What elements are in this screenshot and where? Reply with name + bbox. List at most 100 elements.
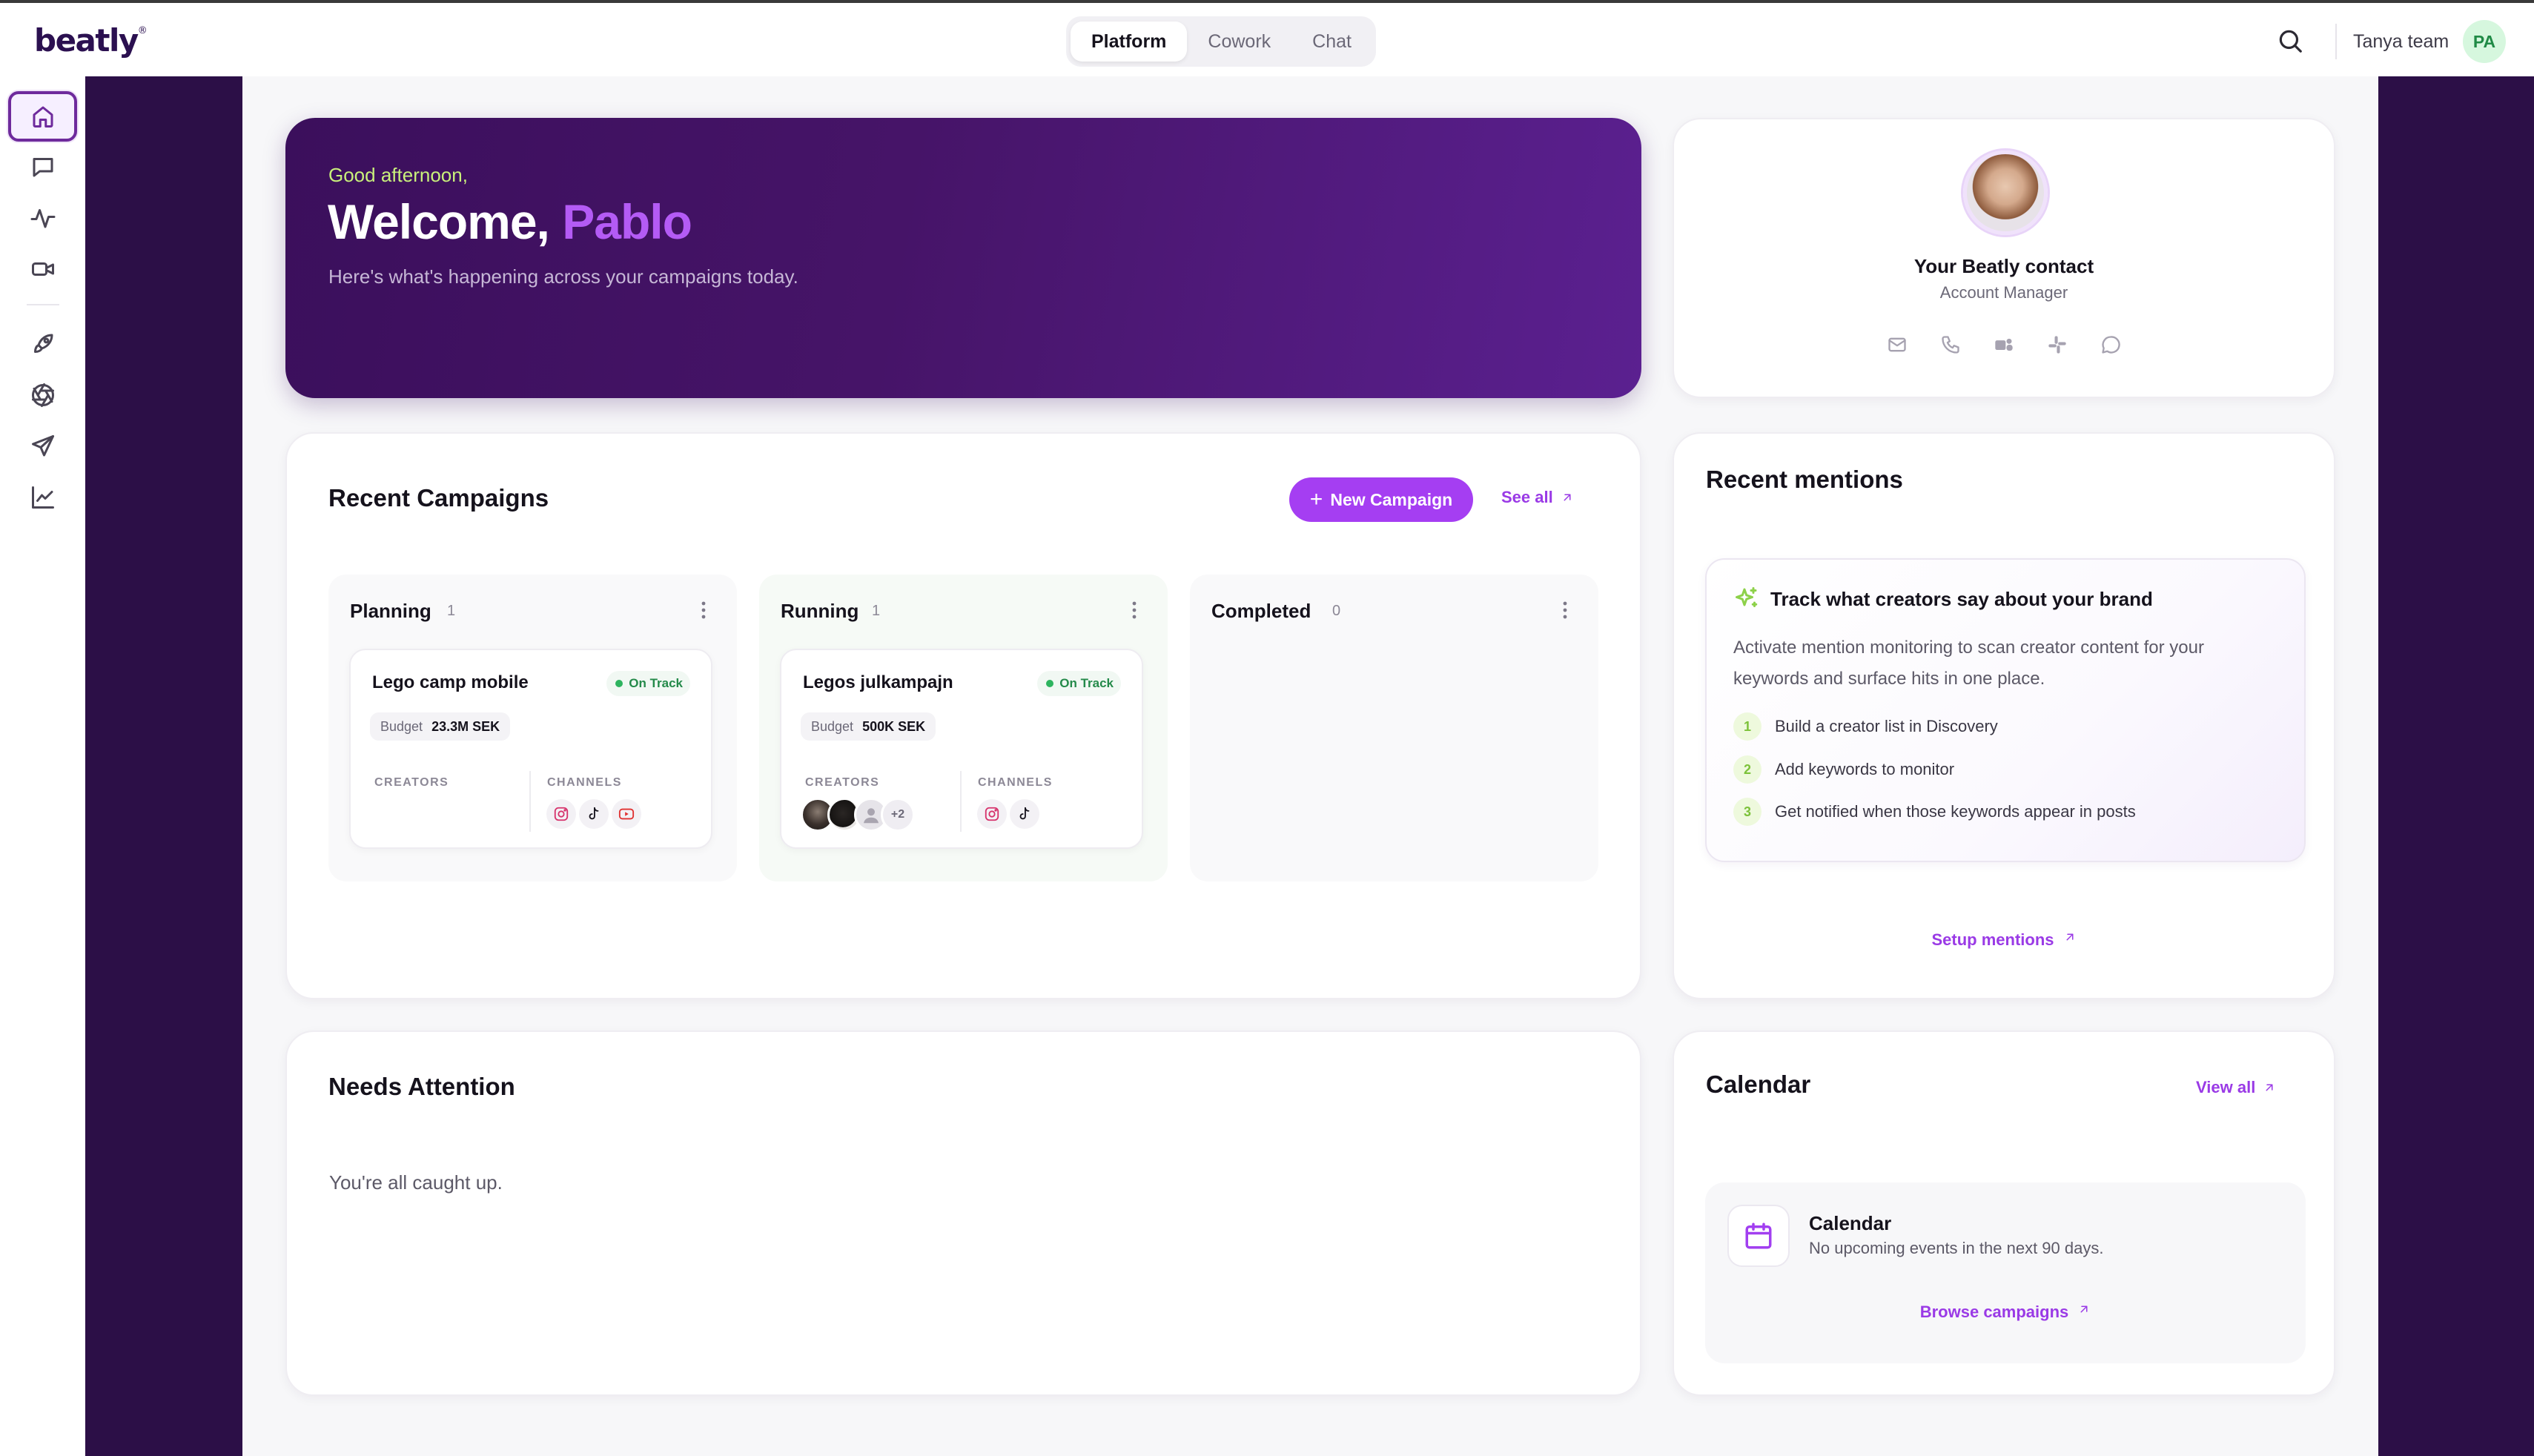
section-title: Needs Attention [328, 1073, 515, 1100]
setup-mentions-link[interactable]: Setup mentions [1674, 930, 2334, 950]
status-dot [1046, 680, 1054, 687]
tab-cowork[interactable]: Cowork [1187, 21, 1291, 62]
contact-title: Your Beatly contact [1913, 255, 2094, 277]
see-all-label: See all [1501, 488, 1553, 506]
setup-mentions-label: Setup mentions [1931, 930, 2054, 949]
creators-label: CREATORS [805, 776, 880, 789]
step-number: 1 [1733, 712, 1761, 741]
hero-welcome-text: Welcome, [328, 194, 550, 249]
calendar-box-title: Calendar [1809, 1212, 1892, 1234]
instagram-icon [546, 799, 576, 829]
creators-more-count: +2 [881, 798, 915, 832]
activity-icon [30, 209, 55, 228]
mentions-heading: Track what creators say about your brand [1770, 588, 2153, 610]
campaign-name: Lego camp mobile [372, 672, 529, 692]
view-all-link[interactable]: View all [2196, 1078, 2276, 1097]
user-icon [864, 808, 879, 824]
arrow-up-right-icon [2080, 1306, 2088, 1313]
column-planning: Planning 1 Lego camp mobile On Track Bud… [328, 575, 737, 881]
new-campaign-button[interactable]: + New Campaign [1289, 477, 1473, 522]
column-count: 0 [1332, 603, 1341, 619]
channels-label: CHANNELS [547, 776, 622, 789]
hero-title: Welcome, Pablo [328, 193, 692, 250]
column-title: Running [781, 600, 859, 622]
nav-discovery[interactable] [8, 370, 77, 420]
phone-icon[interactable] [1940, 334, 1961, 355]
nav-outreach[interactable] [8, 421, 77, 471]
section-title: Recent mentions [1706, 466, 1903, 493]
calendar-box-subtitle: No upcoming events in the next 90 days. [1809, 1239, 2104, 1257]
message-icon [33, 158, 53, 177]
search-icon[interactable] [2276, 27, 2304, 55]
more-vertical-icon[interactable] [700, 598, 707, 622]
more-vertical-icon[interactable] [1131, 598, 1138, 622]
nav-analytics[interactable] [8, 472, 77, 523]
status-label: On Track [629, 676, 683, 690]
budget-label: Budget [380, 718, 423, 734]
campaign-card[interactable]: Legos julkampajn On Track Budget 500K SEK… [780, 649, 1143, 849]
section-title: Recent Campaigns [328, 484, 549, 512]
budget-label: Budget [811, 718, 854, 734]
section-title: Calendar [1706, 1071, 1811, 1098]
hero-greeting: Good afternoon, [328, 164, 468, 186]
budget-value: 500K SEK [862, 718, 926, 734]
arrow-up-right-icon [1564, 494, 1571, 501]
teams-icon[interactable] [1994, 334, 2014, 355]
status-dot [615, 680, 623, 687]
top-bar: beatly® Platform Cowork Chat Tanya team … [0, 0, 2534, 76]
recent-mentions-card: Recent mentions Track what creators say … [1673, 432, 2335, 999]
creator-avatars: +2 [801, 798, 915, 832]
chat-bubble-icon[interactable] [2100, 334, 2121, 355]
tab-platform[interactable]: Platform [1071, 21, 1188, 62]
browse-campaigns-label: Browse campaigns [1919, 1303, 2069, 1321]
nav-activity[interactable] [8, 193, 77, 243]
calendar-card: Calendar View all Calendar No upcoming e… [1673, 1030, 2335, 1396]
beatly-logo[interactable]: beatly® [34, 22, 148, 59]
channels-label: CHANNELS [978, 776, 1053, 789]
onboarding-step: 3 Get notified when those keywords appea… [1733, 798, 2136, 826]
step-text: Build a creator list in Discovery [1775, 717, 1998, 735]
side-rail [0, 76, 85, 1456]
see-all-link[interactable]: See all [1501, 488, 1574, 507]
mentions-onboarding: Track what creators say about your brand… [1705, 558, 2306, 862]
nav-campaigns[interactable] [8, 319, 77, 369]
user-avatar[interactable]: PA [2463, 20, 2506, 63]
budget-chip: Budget 500K SEK [801, 712, 936, 741]
budget-chip: Budget 23.3M SEK [370, 712, 511, 741]
nav-video[interactable] [8, 244, 77, 294]
mail-icon[interactable] [1887, 334, 1908, 355]
creators-label: CREATORS [374, 776, 449, 789]
calendar-icon [1727, 1205, 1790, 1267]
aperture-icon [31, 383, 54, 408]
campaign-name: Legos julkampajn [803, 672, 953, 692]
contact-actions [1674, 334, 2334, 355]
more-vertical-icon[interactable] [1561, 598, 1569, 622]
browse-campaigns-link[interactable]: Browse campaigns [1705, 1303, 2306, 1322]
status-badge: On Track [606, 671, 690, 696]
hero-subtitle: Here's what's happening across your camp… [328, 265, 798, 288]
step-text: Add keywords to monitor [1775, 760, 1955, 778]
home-icon [33, 106, 53, 128]
team-switcher[interactable]: Tanya team [2353, 31, 2449, 53]
needs-attention-card: Needs Attention You're all caught up. [285, 1030, 1641, 1396]
topbar-divider [2335, 24, 2337, 59]
slack-icon[interactable] [2047, 334, 2068, 355]
nav-home[interactable] [8, 91, 77, 142]
empty-state-text: You're all caught up. [329, 1171, 503, 1194]
column-completed: Completed 0 [1190, 575, 1598, 881]
onboarding-step: 2 Add keywords to monitor [1733, 755, 1954, 784]
nav-messages[interactable] [8, 142, 77, 192]
rail-separator [27, 304, 59, 305]
new-campaign-label: New Campaign [1330, 489, 1453, 509]
tab-chat[interactable]: Chat [1291, 21, 1372, 62]
channel-list [546, 799, 641, 829]
divider [529, 771, 531, 832]
campaign-card[interactable]: Lego camp mobile On Track Budget 23.3M SE… [349, 649, 712, 849]
channel-list [977, 799, 1039, 829]
mentions-description: Activate mention monitoring to scan crea… [1733, 638, 2204, 689]
plus-icon: + [1309, 487, 1323, 512]
contact-avatar [1963, 150, 2048, 235]
column-title: Planning [350, 600, 431, 622]
tiktok-icon [1010, 799, 1039, 829]
column-count: 1 [872, 603, 881, 619]
